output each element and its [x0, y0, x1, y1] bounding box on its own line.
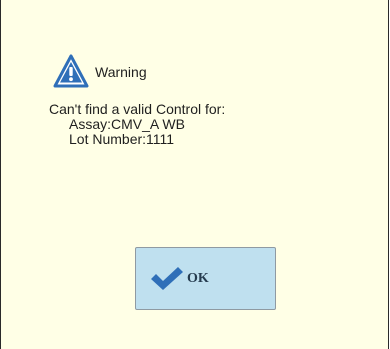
ok-button[interactable]: OK — [135, 247, 276, 310]
dialog-title: Warning — [95, 64, 147, 80]
ok-button-label: OK — [187, 270, 209, 286]
warning-dialog: Warning Can't find a valid Control for: … — [0, 0, 389, 349]
check-icon — [151, 266, 183, 290]
lot-number-line: Lot Number:1111 — [69, 131, 175, 147]
dialog-header: Warning — [53, 53, 147, 91]
warning-icon — [53, 54, 89, 88]
assay-line: Assay:CMV_A WB — [69, 116, 185, 132]
message-line: Can't find a valid Control for: — [49, 101, 226, 117]
dialog-message: Can't find a valid Control for: Assay:CM… — [49, 102, 225, 147]
